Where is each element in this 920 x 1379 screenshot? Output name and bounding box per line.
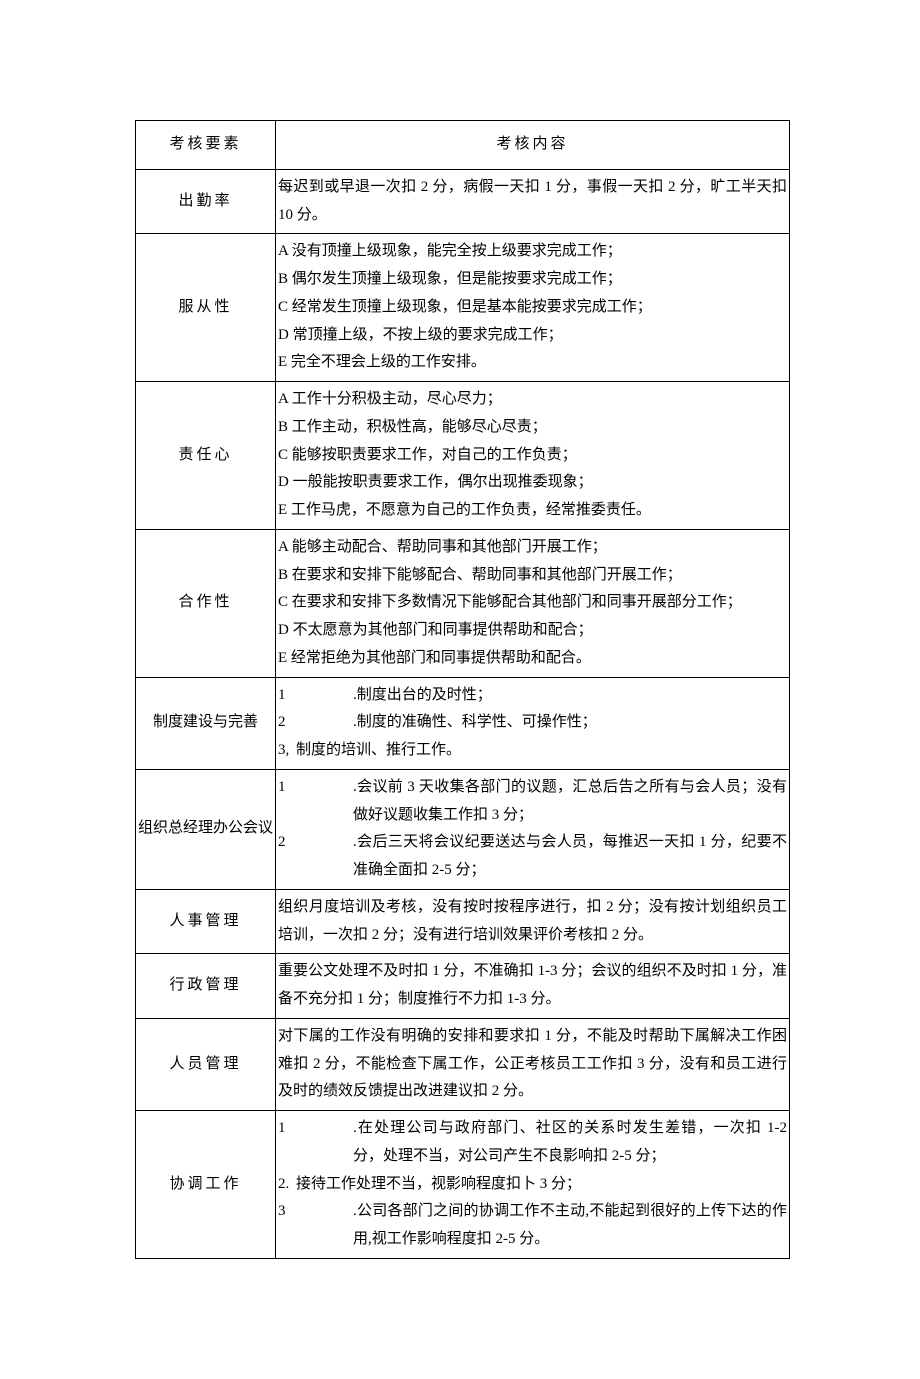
row-content: 对下属的工作没有明确的安排和要求扣 1 分，不能及时帮助下属解决工作困难扣 2 … xyxy=(276,1018,790,1110)
content-line: A 工作十分积极主动，尽心尽力； xyxy=(278,386,787,414)
row-label: 服从性 xyxy=(136,234,276,382)
content-line: E 完全不理会上级的工作安排。 xyxy=(278,349,787,377)
content-line: C 在要求和安排下多数情况下能够配合其他部门和同事开展部分工作； xyxy=(278,589,787,617)
list-item: 3, 制度的培训、推行工作。 xyxy=(278,737,787,765)
row-content: 1 .在处理公司与政府部门、社区的关系时发生差错，一次扣 1-2 分，处理不当，… xyxy=(276,1111,790,1259)
list-number: 1 xyxy=(278,1115,353,1171)
table-row: 制度建设与完善 1 .制度出台的及时性； 2 .制度的准确性、科学性、可操作性；… xyxy=(136,677,790,769)
content-line: B 在要求和安排下能够配合、帮助同事和其他部门开展工作； xyxy=(278,562,787,590)
row-label: 组织总经理办公会议 xyxy=(136,769,276,889)
table-row: 协调工作 1 .在处理公司与政府部门、社区的关系时发生差错，一次扣 1-2 分，… xyxy=(136,1111,790,1259)
list-text: .在处理公司与政府部门、社区的关系时发生差错，一次扣 1-2 分，处理不当，对公… xyxy=(353,1115,787,1171)
row-label: 人员管理 xyxy=(136,1018,276,1110)
row-label: 人事管理 xyxy=(136,889,276,954)
content-line: C 能够按职责要求工作，对自己的工作负责； xyxy=(278,442,787,470)
content-line: D 常顶撞上级，不按上级的要求完成工作； xyxy=(278,322,787,350)
table-row: 人员管理 对下属的工作没有明确的安排和要求扣 1 分，不能及时帮助下属解决工作困… xyxy=(136,1018,790,1110)
row-content: 1 .制度出台的及时性； 2 .制度的准确性、科学性、可操作性； 3, 制度的培… xyxy=(276,677,790,769)
content-line: 组织月度培训及考核，没有按时按程序进行，扣 2 分；没有按计划组织员工培训，一次… xyxy=(278,894,787,950)
list-item: 2. 接待工作处理不当，视影响程度扣卜 3 分； xyxy=(278,1171,787,1199)
content-line: 重要公文处理不及时扣 1 分，不准确扣 1-3 分；会议的组织不及时扣 1 分，… xyxy=(278,958,787,1014)
table-header-row: 考核要素 考核内容 xyxy=(136,121,790,170)
content-line: B 工作主动，积极性高，能够尽心尽责； xyxy=(278,414,787,442)
row-label: 制度建设与完善 xyxy=(136,677,276,769)
content-line: 每迟到或早退一次扣 2 分，病假一天扣 1 分，事假一天扣 2 分，旷工半天扣1… xyxy=(278,174,787,230)
list-number: 3, xyxy=(278,737,296,765)
list-text: .会后三天将会议纪要送达与会人员，每推迟一天扣 1 分，纪要不准确全面扣 2-5… xyxy=(353,829,787,885)
content-line: E 工作马虎，不愿意为自己的工作负责，经常推委责任。 xyxy=(278,497,787,525)
table-row: 出勤率 每迟到或早退一次扣 2 分，病假一天扣 1 分，事假一天扣 2 分，旷工… xyxy=(136,169,790,234)
list-number: 3 xyxy=(278,1198,353,1254)
row-label: 责任心 xyxy=(136,382,276,530)
row-label: 合作性 xyxy=(136,529,276,677)
content-line: C 经常发生顶撞上级现象，但是基本能按要求完成工作； xyxy=(278,294,787,322)
list-text: .制度的准确性、科学性、可操作性； xyxy=(353,709,787,737)
content-line: 对下属的工作没有明确的安排和要求扣 1 分，不能及时帮助下属解决工作困难扣 2 … xyxy=(278,1023,787,1106)
table-row: 责任心 A 工作十分积极主动，尽心尽力； B 工作主动，积极性高，能够尽心尽责；… xyxy=(136,382,790,530)
list-number: 1 xyxy=(278,774,353,830)
row-content: A 没有顶撞上级现象，能完全按上级要求完成工作； B 偶尔发生顶撞上级现象，但是… xyxy=(276,234,790,382)
list-text: 制度的培训、推行工作。 xyxy=(296,737,787,765)
content-line: D 一般能按职责要求工作，偶尔出现推委现象； xyxy=(278,469,787,497)
content-line: E 经常拒绝为其他部门和同事提供帮助和配合。 xyxy=(278,645,787,673)
list-item: 1 .制度出台的及时性； xyxy=(278,682,787,710)
list-number: 2 xyxy=(278,709,353,737)
table-row: 行政管理 重要公文处理不及时扣 1 分，不准确扣 1-3 分；会议的组织不及时扣… xyxy=(136,954,790,1019)
list-item: 1 .在处理公司与政府部门、社区的关系时发生差错，一次扣 1-2 分，处理不当，… xyxy=(278,1115,787,1171)
row-content: 重要公文处理不及时扣 1 分，不准确扣 1-3 分；会议的组织不及时扣 1 分，… xyxy=(276,954,790,1019)
table-row: 组织总经理办公会议 1 .会议前 3 天收集各部门的议题，汇总后告之所有与会人员… xyxy=(136,769,790,889)
row-content: A 能够主动配合、帮助同事和其他部门开展工作； B 在要求和安排下能够配合、帮助… xyxy=(276,529,790,677)
table-row: 服从性 A 没有顶撞上级现象，能完全按上级要求完成工作； B 偶尔发生顶撞上级现… xyxy=(136,234,790,382)
row-label: 协调工作 xyxy=(136,1111,276,1259)
content-line: A 没有顶撞上级现象，能完全按上级要求完成工作； xyxy=(278,238,787,266)
table-row: 人事管理 组织月度培训及考核，没有按时按程序进行，扣 2 分；没有按计划组织员工… xyxy=(136,889,790,954)
list-text: .会议前 3 天收集各部门的议题，汇总后告之所有与会人员；没有做好议题收集工作扣… xyxy=(353,774,787,830)
list-number: 1 xyxy=(278,682,353,710)
list-item: 1 .会议前 3 天收集各部门的议题，汇总后告之所有与会人员；没有做好议题收集工… xyxy=(278,774,787,830)
header-col-element: 考核要素 xyxy=(136,121,276,170)
row-label: 行政管理 xyxy=(136,954,276,1019)
header-col-content: 考核内容 xyxy=(276,121,790,170)
row-content: 每迟到或早退一次扣 2 分，病假一天扣 1 分，事假一天扣 2 分，旷工半天扣1… xyxy=(276,169,790,234)
content-line: A 能够主动配合、帮助同事和其他部门开展工作； xyxy=(278,534,787,562)
list-text: .公司各部门之间的协调工作不主动,不能起到很好的上传下达的作用,视工作影响程度扣… xyxy=(353,1198,787,1254)
row-label: 出勤率 xyxy=(136,169,276,234)
row-content: 组织月度培训及考核，没有按时按程序进行，扣 2 分；没有按计划组织员工培训，一次… xyxy=(276,889,790,954)
list-item: 2 .制度的准确性、科学性、可操作性； xyxy=(278,709,787,737)
content-line: D 不太愿意为其他部门和同事提供帮助和配合； xyxy=(278,617,787,645)
content-line: B 偶尔发生顶撞上级现象，但是能按要求完成工作； xyxy=(278,266,787,294)
assessment-table: 考核要素 考核内容 出勤率 每迟到或早退一次扣 2 分，病假一天扣 1 分，事假… xyxy=(135,120,790,1259)
table-row: 合作性 A 能够主动配合、帮助同事和其他部门开展工作； B 在要求和安排下能够配… xyxy=(136,529,790,677)
list-item: 2 .会后三天将会议纪要送达与会人员，每推迟一天扣 1 分，纪要不准确全面扣 2… xyxy=(278,829,787,885)
row-content: A 工作十分积极主动，尽心尽力； B 工作主动，积极性高，能够尽心尽责； C 能… xyxy=(276,382,790,530)
list-number: 2. xyxy=(278,1171,296,1199)
list-text: 接待工作处理不当，视影响程度扣卜 3 分； xyxy=(296,1171,787,1199)
list-text: .制度出台的及时性； xyxy=(353,682,787,710)
list-item: 3 .公司各部门之间的协调工作不主动,不能起到很好的上传下达的作用,视工作影响程… xyxy=(278,1198,787,1254)
list-number: 2 xyxy=(278,829,353,885)
row-content: 1 .会议前 3 天收集各部门的议题，汇总后告之所有与会人员；没有做好议题收集工… xyxy=(276,769,790,889)
